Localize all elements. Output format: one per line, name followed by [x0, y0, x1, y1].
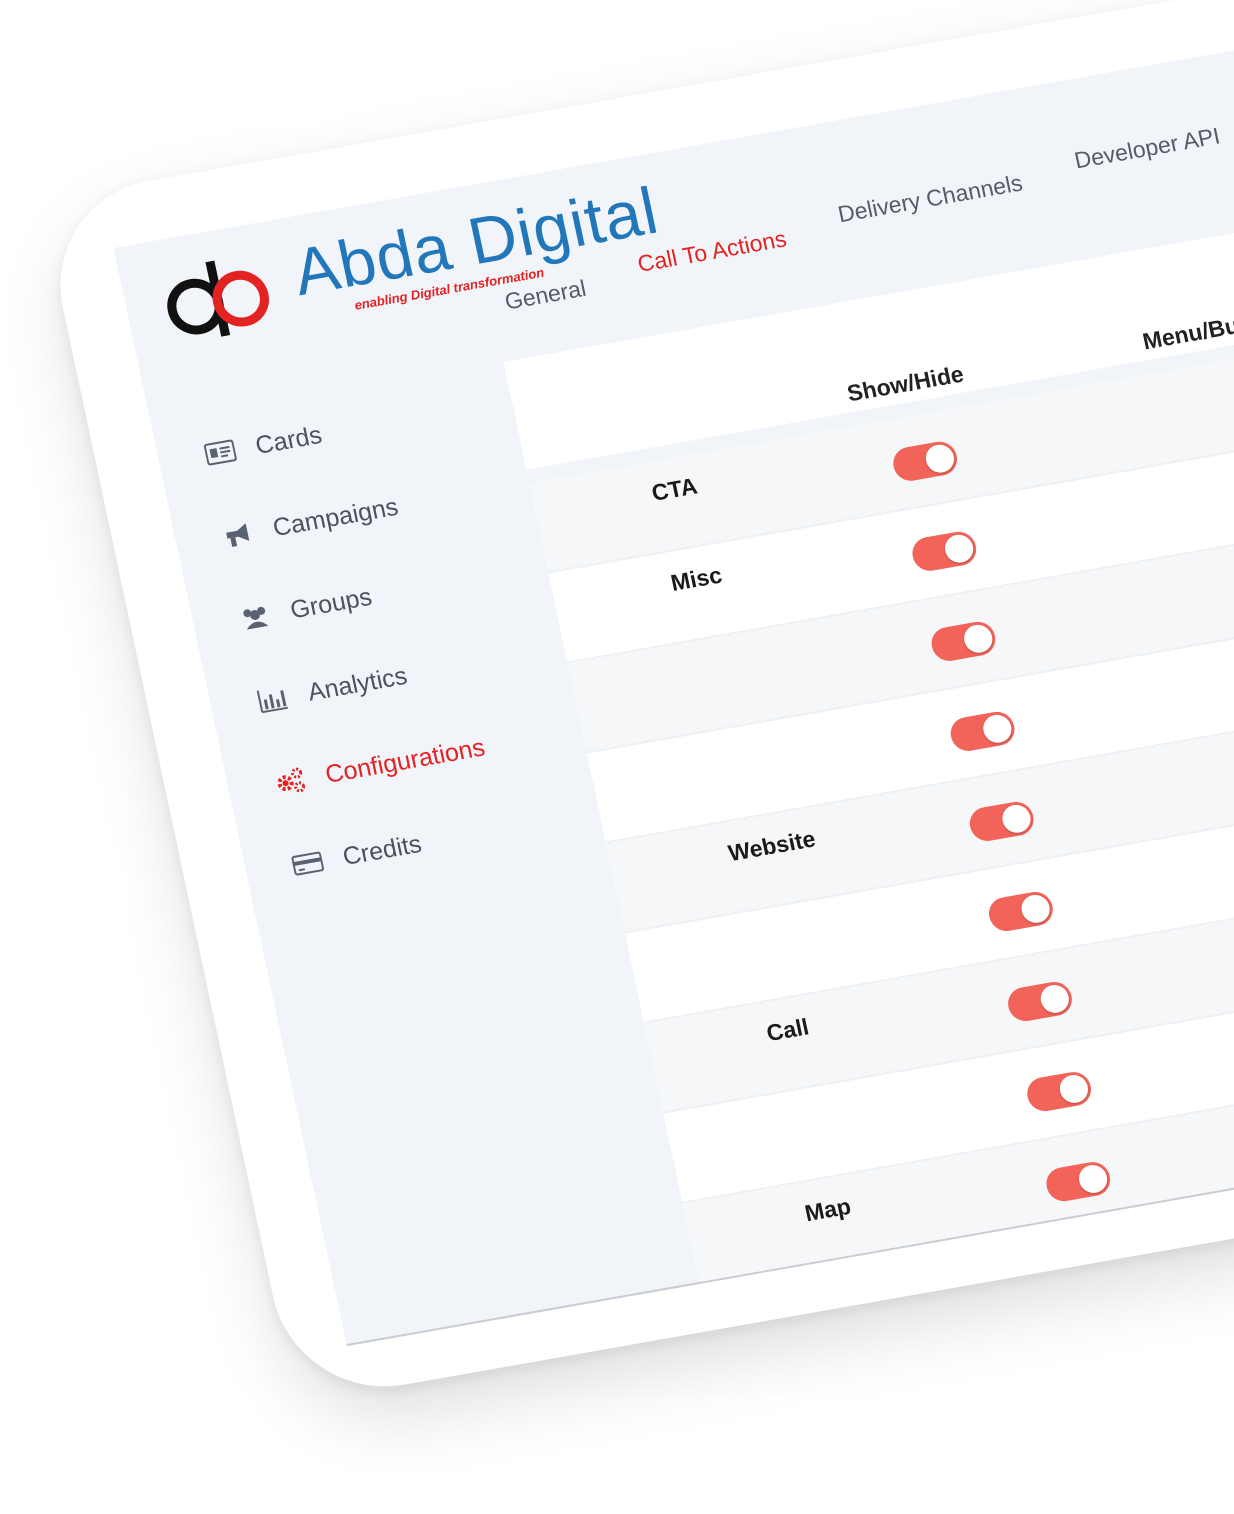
sidebar-item-label: Credits — [340, 829, 424, 871]
gears-icon — [272, 765, 309, 798]
row-label-call: Call — [764, 1013, 812, 1047]
show-hide-toggle[interactable] — [890, 439, 961, 484]
row-label-misc: Misc — [668, 561, 725, 596]
row-label-website: Website — [725, 825, 818, 867]
cta-settings-panel: Show/Hide Menu/Button CTA Misc Website C… — [503, 188, 1234, 1294]
tab-delivery-channels[interactable]: Delivery Channels — [836, 169, 1025, 228]
credit-card-icon — [289, 847, 326, 880]
brand-logo[interactable]: Abda Digital enabling Digital transforma… — [155, 172, 669, 354]
bar-chart-icon — [254, 683, 291, 716]
show-hide-toggle[interactable] — [909, 529, 980, 574]
tab-developer-api[interactable]: Developer API — [1072, 122, 1222, 174]
show-hide-toggle[interactable] — [1043, 1159, 1114, 1204]
column-header-show-hide: Show/Hide — [844, 360, 966, 407]
tablet-device: Abda Digital enabling Digital transforma… — [40, 0, 1234, 1404]
megaphone-icon — [219, 518, 256, 551]
sidebar-item-label: Groups — [287, 582, 375, 624]
sidebar-item-label: Configurations — [322, 732, 488, 789]
sidebar-item-label: Analytics — [305, 661, 410, 707]
show-hide-toggle[interactable] — [947, 709, 1018, 754]
logo-mark-icon — [155, 250, 291, 353]
column-header-cta: CTA — [649, 472, 700, 506]
column-header-menu-button: Menu/Button — [1140, 304, 1234, 355]
app-screen: Abda Digital enabling Digital transforma… — [113, 11, 1234, 1347]
show-hide-toggle[interactable] — [985, 889, 1056, 934]
sidebar-item-label: Cards — [252, 420, 325, 460]
show-hide-toggle[interactable] — [966, 799, 1037, 844]
show-hide-toggle[interactable] — [1024, 1069, 1095, 1114]
users-icon — [237, 600, 274, 633]
show-hide-toggle[interactable] — [1004, 979, 1076, 1024]
sidebar-item-label: Campaigns — [270, 492, 401, 542]
row-label-map: Map — [802, 1192, 854, 1227]
show-hide-toggle[interactable] — [928, 619, 999, 664]
id-card-icon — [202, 436, 239, 469]
stage: Abda Digital enabling Digital transforma… — [0, 0, 1234, 1514]
